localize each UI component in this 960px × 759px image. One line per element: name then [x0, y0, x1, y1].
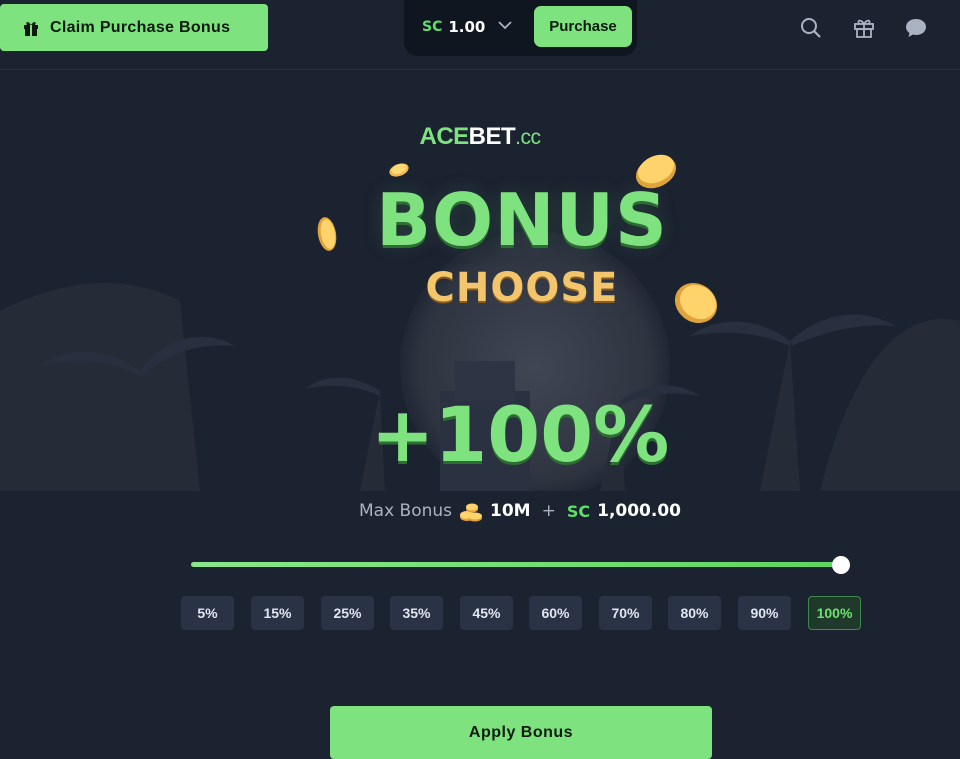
max-sc-amount: 1,000.00: [597, 501, 681, 521]
apply-bonus-button[interactable]: Apply Bonus: [330, 706, 712, 759]
percent-option-90[interactable]: 90%: [738, 596, 791, 630]
currency-value: 1.00: [448, 18, 486, 36]
percent-option-70[interactable]: 70%: [599, 596, 652, 630]
plus-sign: +: [541, 501, 556, 521]
choose-subtitle: CHOOSE: [425, 265, 619, 311]
coin-icon: [674, 282, 718, 324]
bonus-slider-thumb[interactable]: [832, 556, 850, 574]
percent-option-25[interactable]: 25%: [321, 596, 374, 630]
gift-icon[interactable]: [852, 16, 876, 40]
sc-code: SC: [566, 501, 591, 521]
percent-option-80[interactable]: 80%: [668, 596, 721, 630]
gold-coins-icon: [460, 503, 483, 522]
currency-code: SC: [422, 19, 443, 35]
claim-purchase-bonus-label: Claim Purchase Bonus: [50, 18, 231, 36]
percent-option-35[interactable]: 35%: [390, 596, 443, 630]
logo-bet: BET: [468, 123, 516, 150]
percent-option-15[interactable]: 15%: [251, 596, 304, 630]
bonus-slider-track[interactable]: [191, 562, 841, 567]
max-coin-amount: 10M: [490, 501, 531, 521]
percent-option-5[interactable]: 5%: [181, 596, 234, 630]
bonus-title: BONUS: [376, 178, 668, 262]
logo-ace: ACE: [419, 123, 469, 150]
coin-icon: [635, 154, 677, 189]
logo-cc: .cc: [515, 126, 541, 149]
coin-icon: [389, 163, 409, 177]
purchase-button[interactable]: Purchase: [534, 6, 632, 47]
percent-option-45[interactable]: 45%: [460, 596, 513, 630]
coin-icon: [317, 217, 337, 251]
claim-purchase-bonus-button[interactable]: Claim Purchase Bonus: [0, 4, 268, 51]
chat-icon[interactable]: [904, 16, 928, 40]
bonus-percentage: +100%: [370, 390, 670, 479]
acebet-logo: ACEBET.cc: [0, 123, 960, 151]
search-icon[interactable]: [799, 16, 823, 40]
chevron-down-icon[interactable]: [498, 20, 512, 30]
currency-selector[interactable]: SC 1.00: [422, 16, 485, 38]
top-bar: Claim Purchase Bonus SC 1.00 Purchase: [0, 0, 960, 70]
max-bonus-row: Max Bonus 10M + SC 1,000.00: [0, 498, 960, 524]
currency-purchase-panel: SC 1.00 Purchase: [404, 0, 637, 56]
gift-icon: [24, 21, 38, 36]
percent-option-100[interactable]: 100%: [808, 596, 861, 630]
max-bonus-label: Max Bonus: [358, 501, 453, 521]
percent-option-60[interactable]: 60%: [529, 596, 582, 630]
